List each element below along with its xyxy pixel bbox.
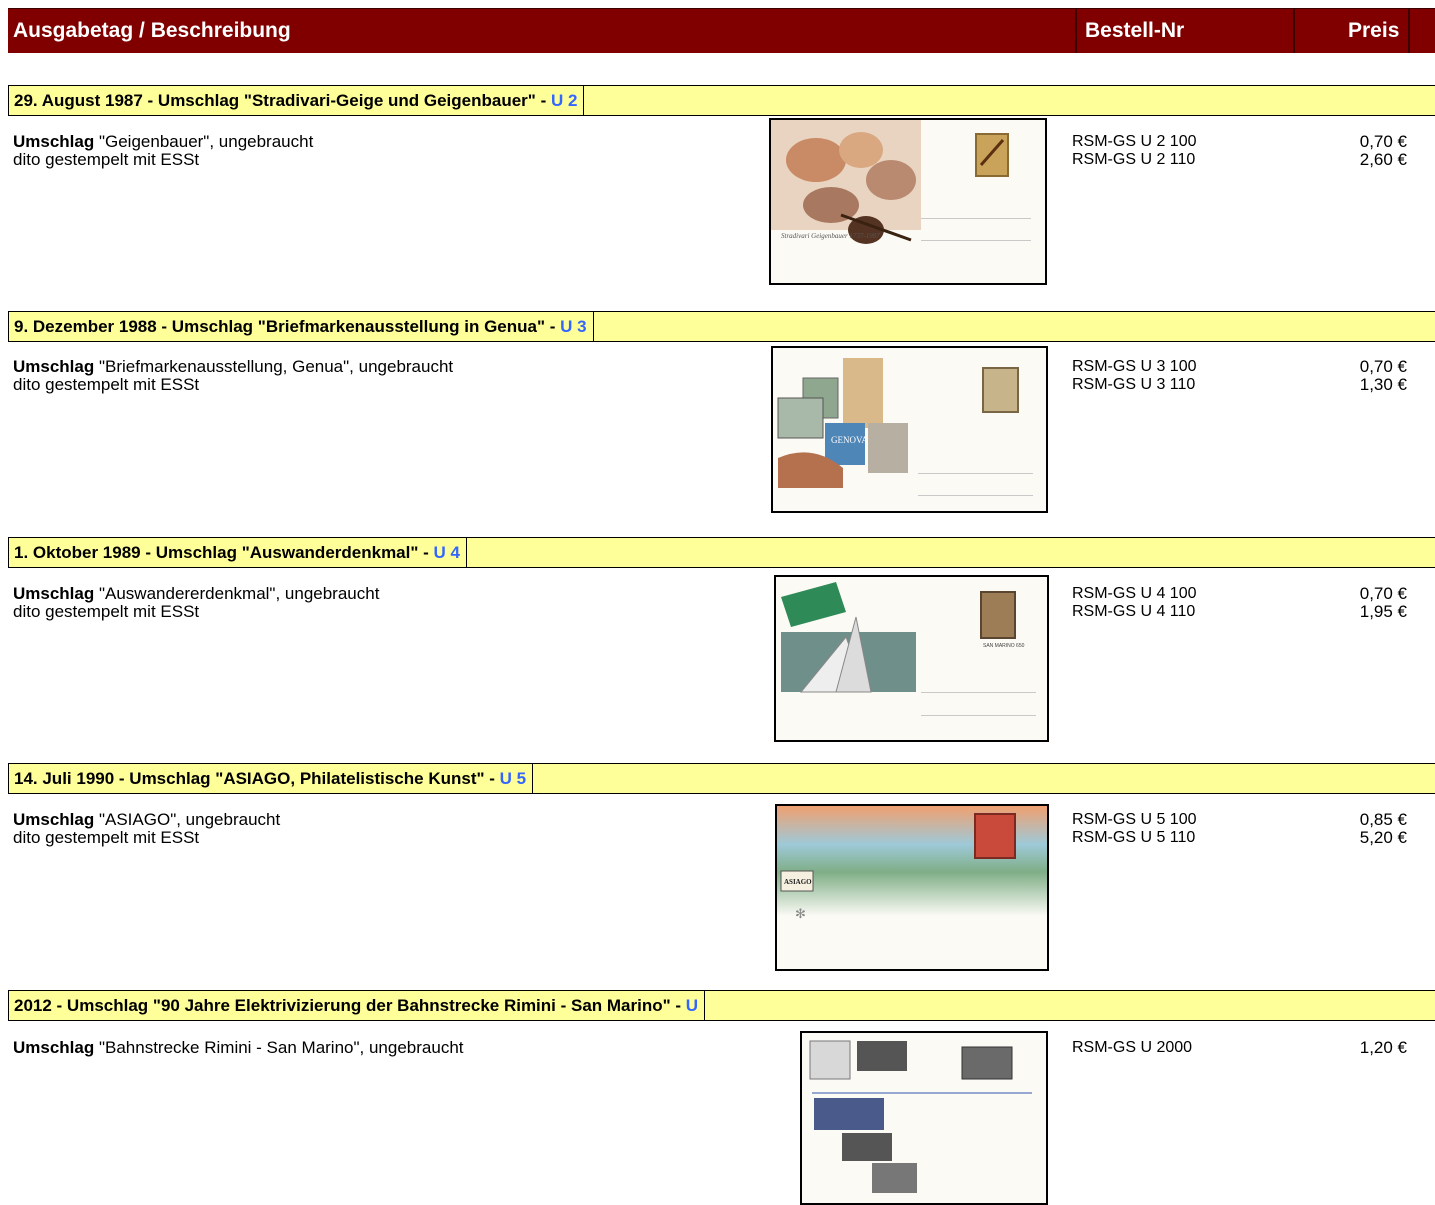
svg-text:✻: ✻ bbox=[795, 906, 806, 921]
section-title-text: 29. August 1987 - Umschlag "Stradivari-G… bbox=[14, 91, 551, 110]
catalog-code: U bbox=[685, 996, 699, 1015]
catalog-code: U 5 bbox=[499, 769, 527, 788]
address-line bbox=[921, 692, 1036, 693]
price: 1,20 € bbox=[1359, 1038, 1407, 1057]
item-text: "Briefmarkenausstellung, Genua", ungebra… bbox=[94, 357, 454, 376]
item-text: "ASIAGO", ungebraucht bbox=[94, 810, 281, 829]
header-order-no: Bestell-Nr bbox=[1085, 19, 1185, 42]
address-line bbox=[921, 218, 1031, 219]
item-text: "Geigenbauer", ungebraucht bbox=[94, 132, 314, 151]
item-description: Umschlag "Auswandererdenkmal", ungebrauc… bbox=[13, 585, 379, 602]
header-divider bbox=[1408, 9, 1410, 53]
section-title-bar: 29. August 1987 - Umschlag "Stradivari-G… bbox=[8, 85, 1435, 116]
header-price: Preis bbox=[1348, 19, 1400, 42]
item-text: "Auswandererdenkmal", ungebraucht bbox=[94, 584, 380, 603]
order-number: RSM-GS U 5 110 bbox=[1072, 829, 1196, 846]
section-title-bar: 1. Oktober 1989 - Umschlag "Auswanderden… bbox=[8, 537, 1435, 568]
envelope-image: SAN MARINO 650 bbox=[774, 575, 1049, 742]
section-title: 2012 - Umschlag "90 Jahre Elektrivizieru… bbox=[14, 991, 706, 1020]
price: 5,20 € bbox=[1359, 828, 1407, 847]
item-type: Umschlag bbox=[13, 810, 95, 829]
item-text: "Bahnstrecke Rimini - San Marino", ungeb… bbox=[94, 1038, 464, 1057]
envelope-caption: Stradivari Geigenbauer 1737-1987 bbox=[781, 232, 880, 240]
item-description: dito gestempelt mit ESSt bbox=[13, 828, 200, 847]
price: 0,70 € bbox=[1359, 132, 1407, 151]
item-description: dito gestempelt mit ESSt bbox=[13, 150, 200, 169]
section-title-bar: 14. Juli 1990 - Umschlag "ASIAGO, Philat… bbox=[8, 763, 1435, 794]
order-number: RSM-GS U 4 110 bbox=[1072, 603, 1196, 620]
order-number: RSM-GS U 2 110 bbox=[1072, 151, 1196, 168]
item-description: dito gestempelt mit ESSt bbox=[13, 602, 200, 621]
order-number: RSM-GS U 3 100 bbox=[1072, 358, 1197, 375]
asiago-artwork: ASIAGO ✻ bbox=[777, 806, 1047, 921]
section-title: 1. Oktober 1989 - Umschlag "Auswanderden… bbox=[14, 538, 467, 567]
item-description: Umschlag "Geigenbauer", ungebraucht bbox=[13, 133, 313, 150]
envelope-caption: ASIAGO bbox=[784, 878, 812, 886]
violin-artwork: Stradivari Geigenbauer 1737-1987 bbox=[771, 120, 1009, 244]
price: 2,60 € bbox=[1359, 150, 1407, 169]
order-number: RSM-GS U 4 100 bbox=[1072, 585, 1197, 602]
catalog-code: U 4 bbox=[433, 543, 460, 562]
section-title-text: 1. Oktober 1989 - Umschlag "Auswanderden… bbox=[14, 543, 434, 562]
item-type: Umschlag bbox=[13, 584, 95, 603]
order-number: RSM-GS U 2 100 bbox=[1072, 133, 1197, 150]
address-line bbox=[921, 715, 1036, 716]
item-description: Umschlag "Bahnstrecke Rimini - San Marin… bbox=[13, 1039, 464, 1056]
item-type: Umschlag bbox=[13, 1038, 95, 1057]
envelope-image: Stradivari Geigenbauer 1737-1987 bbox=[769, 118, 1047, 285]
item-type: Umschlag bbox=[13, 357, 95, 376]
genoa-artwork: GENOVA 88 bbox=[777, 358, 1019, 488]
order-number: RSM-GS U 5 100 bbox=[1072, 811, 1197, 828]
section-title-bar: 2012 - Umschlag "90 Jahre Elektrivizieru… bbox=[8, 990, 1435, 1021]
item-description: dito gestempelt mit ESSt bbox=[13, 375, 200, 394]
header-description: Ausgabetag / Beschreibung bbox=[13, 19, 291, 42]
item-type: Umschlag bbox=[13, 132, 95, 151]
section-title: 29. August 1987 - Umschlag "Stradivari-G… bbox=[14, 86, 585, 115]
section-title: 9. Dezember 1988 - Umschlag "Briefmarken… bbox=[14, 312, 594, 341]
catalog-code: U 3 bbox=[560, 317, 587, 336]
price: 0,70 € bbox=[1359, 357, 1407, 376]
catalog-code: U 2 bbox=[550, 91, 578, 110]
order-number: RSM-GS U 3 110 bbox=[1072, 376, 1196, 393]
railway-artwork bbox=[809, 1040, 1032, 1193]
section-title: 14. Juli 1990 - Umschlag "ASIAGO, Philat… bbox=[14, 764, 534, 793]
envelope-caption: SAN MARINO 650 bbox=[983, 643, 1025, 649]
price: 0,70 € bbox=[1359, 584, 1407, 603]
header-divider bbox=[1293, 9, 1295, 53]
price: 1,95 € bbox=[1359, 602, 1407, 621]
section-title-text: 14. Juli 1990 - Umschlag "ASIAGO, Philat… bbox=[14, 769, 500, 788]
table-header: Ausgabetag / Beschreibung Bestell-Nr Pre… bbox=[8, 8, 1435, 53]
section-title-text: 9. Dezember 1988 - Umschlag "Briefmarken… bbox=[14, 317, 561, 336]
address-line bbox=[918, 495, 1033, 496]
section-title-bar: 9. Dezember 1988 - Umschlag "Briefmarken… bbox=[8, 311, 1435, 342]
price: 1,30 € bbox=[1359, 375, 1407, 394]
address-line bbox=[921, 240, 1031, 241]
envelope-image: GENOVA 88 bbox=[771, 346, 1048, 513]
envelope-image: ASIAGO ✻ bbox=[775, 804, 1049, 971]
envelope-image bbox=[800, 1031, 1048, 1205]
order-number: RSM-GS U 2000 bbox=[1072, 1039, 1193, 1056]
section-title-text: 2012 - Umschlag "90 Jahre Elektrivizieru… bbox=[14, 996, 686, 1015]
price: 0,85 € bbox=[1359, 810, 1407, 829]
header-divider bbox=[1075, 9, 1077, 53]
item-description: Umschlag "Briefmarkenausstellung, Genua"… bbox=[13, 358, 453, 375]
item-description: Umschlag "ASIAGO", ungebraucht bbox=[13, 811, 280, 828]
address-line bbox=[918, 473, 1033, 474]
